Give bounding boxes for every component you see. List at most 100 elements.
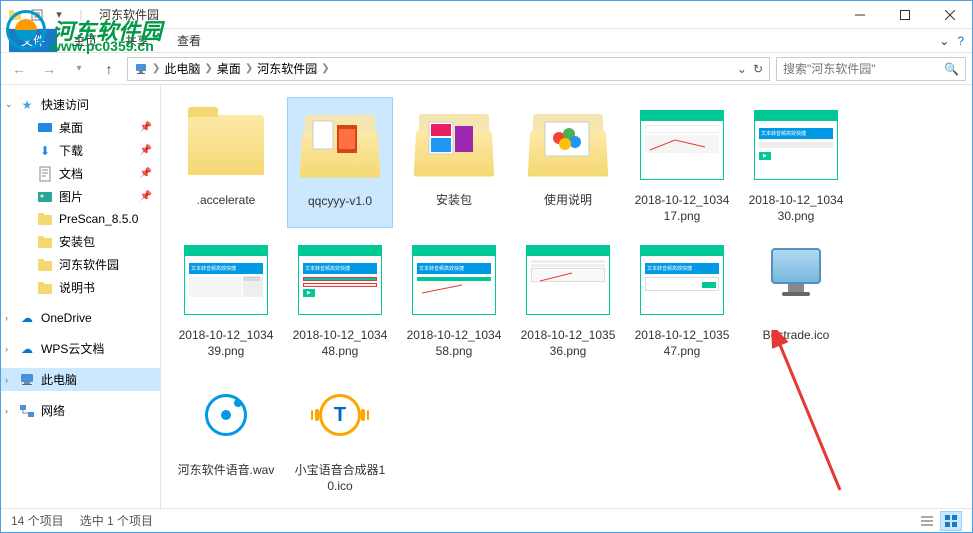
help-icon[interactable]: ?	[957, 34, 964, 48]
chevron-right-icon[interactable]: ›	[5, 406, 8, 416]
view-icons-button[interactable]	[940, 511, 962, 531]
pin-icon: 📌	[140, 122, 152, 133]
qat-dropdown-icon[interactable]: ▾	[49, 5, 69, 25]
sidebar-item-label: 快速访问	[41, 96, 89, 113]
sidebar-item-manual[interactable]: 说明书	[1, 276, 160, 299]
chevron-right-icon[interactable]: ❯	[245, 63, 253, 74]
search-input[interactable]	[783, 62, 944, 76]
file-item-png[interactable]: 2018-10-12_103417.png	[629, 97, 735, 228]
pc-icon	[134, 62, 148, 76]
pin-icon: 📌	[140, 145, 152, 156]
window-controls	[837, 1, 972, 29]
file-item-folder[interactable]: .accelerate	[173, 97, 279, 228]
ribbon-expand-icon[interactable]: ⌄	[939, 34, 949, 48]
file-item-png[interactable]: 2018-10-12_103536.png	[515, 232, 621, 363]
download-icon: ⬇	[37, 143, 53, 159]
search-icon[interactable]: 🔍	[944, 62, 959, 76]
file-label: Bestrade.ico	[763, 328, 830, 344]
breadcrumb-pc[interactable]: 此电脑	[164, 60, 200, 77]
chevron-right-icon[interactable]: ❯	[204, 63, 212, 74]
sidebar-item-installpkg[interactable]: 安装包	[1, 230, 160, 253]
sidebar-item-label: 说明书	[59, 279, 95, 296]
sidebar-item-label: 图片	[59, 188, 83, 205]
sidebar-thispc[interactable]: › 此电脑	[1, 368, 160, 391]
file-item-png[interactable]: 文本转音频高效快捷 2018-10-12_103547.png	[629, 232, 735, 363]
pin-icon: 📌	[140, 191, 152, 202]
sidebar-item-hedong[interactable]: 河东软件园	[1, 253, 160, 276]
up-button[interactable]: ↑	[97, 57, 121, 81]
sidebar-item-pictures[interactable]: 图片 📌	[1, 185, 160, 208]
sidebar-onedrive[interactable]: › ☁ OneDrive	[1, 307, 160, 329]
folder-open-icon	[415, 114, 493, 176]
file-item-ico[interactable]: Bestrade.ico	[743, 232, 849, 363]
sidebar-item-label: 文档	[59, 165, 83, 182]
file-label: 2018-10-12_103458.png	[405, 328, 503, 359]
maximize-button[interactable]	[882, 1, 927, 29]
audio-icon	[199, 388, 253, 442]
sidebar-item-documents[interactable]: 文档 📌	[1, 162, 160, 185]
sidebar-item-prescan[interactable]: PreScan_8.5.0	[1, 208, 160, 230]
breadcrumb-desktop[interactable]: 桌面	[217, 60, 241, 77]
file-item-png[interactable]: 文本转音频高效快捷 ░░░░░░ 2018-10-12_103439.png	[173, 232, 279, 363]
file-item-png[interactable]: 文本转音频高效快捷 2018-10-12_103458.png	[401, 232, 507, 363]
document-icon	[37, 166, 53, 182]
address-dropdown-icon[interactable]: ⌄	[737, 62, 747, 76]
search-box[interactable]: 🔍	[776, 57, 966, 81]
file-label: .accelerate	[197, 193, 256, 209]
properties-icon[interactable]	[27, 5, 47, 25]
forward-button[interactable]: →	[37, 57, 61, 81]
pin-icon: 📌	[140, 168, 152, 179]
ribbon-view-tab[interactable]: 查看	[165, 29, 213, 52]
watermark-url: www.pc0359.cn	[50, 38, 154, 54]
sidebar-item-downloads[interactable]: ⬇ 下载 📌	[1, 139, 160, 162]
file-item-png[interactable]: 文本转音频高效快捷 ▶ 2018-10-12_103430.png	[743, 97, 849, 228]
png-thumbnail-icon: 文本转音频高效快捷 ░░░░░░	[184, 245, 268, 315]
star-icon: ★	[19, 97, 35, 113]
file-label: 河东软件语音.wav	[178, 463, 275, 479]
chevron-right-icon[interactable]: ❯	[321, 63, 329, 74]
cloud-icon: ☁	[19, 310, 35, 326]
navbar: ← → ▾ ↑ ❯ 此电脑 ❯ 桌面 ❯ 河东软件园 ❯ ⌄ ↻ 🔍	[1, 53, 972, 85]
recent-dropdown[interactable]: ▾	[67, 57, 91, 81]
chevron-down-icon[interactable]: ⌄	[5, 99, 13, 110]
sidebar-wps[interactable]: › ☁ WPS云文档	[1, 337, 160, 360]
desktop-icon	[37, 120, 53, 136]
view-details-button[interactable]	[916, 511, 938, 531]
refresh-icon[interactable]: ↻	[753, 62, 763, 76]
file-label: 2018-10-12_103439.png	[177, 328, 275, 359]
pc-icon	[19, 372, 35, 388]
status-item-count: 14 个项目	[11, 512, 64, 529]
png-thumbnail-icon: 文本转音频高效快捷	[640, 245, 724, 315]
file-item-ico[interactable]: T 小宝语音合成器10.ico	[287, 367, 393, 498]
file-item-folder[interactable]: 安装包	[401, 97, 507, 228]
minimize-button[interactable]	[837, 1, 882, 29]
png-thumbnail-icon	[640, 110, 724, 180]
sidebar-item-label: WPS云文档	[41, 340, 104, 357]
sidebar-item-desktop[interactable]: 桌面 📌	[1, 116, 160, 139]
chevron-right-icon[interactable]: ›	[5, 375, 8, 385]
files-area[interactable]: .accelerate qqcyyy-v1.0	[161, 85, 972, 508]
file-item-folder[interactable]: qqcyyy-v1.0	[287, 97, 393, 228]
explorer-window: 河东软件园 www.pc0359.cn ▾ | 河东软件园 文件 主页 共享 查…	[0, 0, 973, 533]
back-button[interactable]: ←	[7, 57, 31, 81]
file-label: 使用说明	[544, 193, 592, 209]
sidebar-item-label: 安装包	[59, 233, 95, 250]
png-thumbnail-icon: 文本转音频高效快捷 ▶	[754, 110, 838, 180]
address-bar[interactable]: ❯ 此电脑 ❯ 桌面 ❯ 河东软件园 ❯ ⌄ ↻	[127, 57, 770, 81]
file-item-png[interactable]: 文本转音频高效快捷 ▶ 2018-10-12_103448.png	[287, 232, 393, 363]
close-button[interactable]	[927, 1, 972, 29]
file-item-folder[interactable]: 使用说明	[515, 97, 621, 228]
breadcrumb-folder[interactable]: 河东软件园	[257, 60, 317, 77]
quick-access-toolbar: ▾ |	[1, 5, 91, 25]
ribbon-help: ⌄ ?	[939, 34, 972, 48]
file-item-wav[interactable]: 河东软件语音.wav	[173, 367, 279, 498]
file-label: 2018-10-12_103430.png	[747, 193, 845, 224]
chevron-right-icon[interactable]: ›	[5, 344, 8, 354]
window-title: 河东软件园	[91, 6, 837, 23]
chevron-right-icon[interactable]: ❯	[152, 63, 160, 74]
sidebar-quick-access[interactable]: ⌄ ★ 快速访问	[1, 93, 160, 116]
folder-icon[interactable]	[5, 5, 25, 25]
folder-icon	[188, 115, 264, 175]
sidebar-network[interactable]: › 网络	[1, 399, 160, 422]
chevron-right-icon[interactable]: ›	[5, 313, 8, 323]
